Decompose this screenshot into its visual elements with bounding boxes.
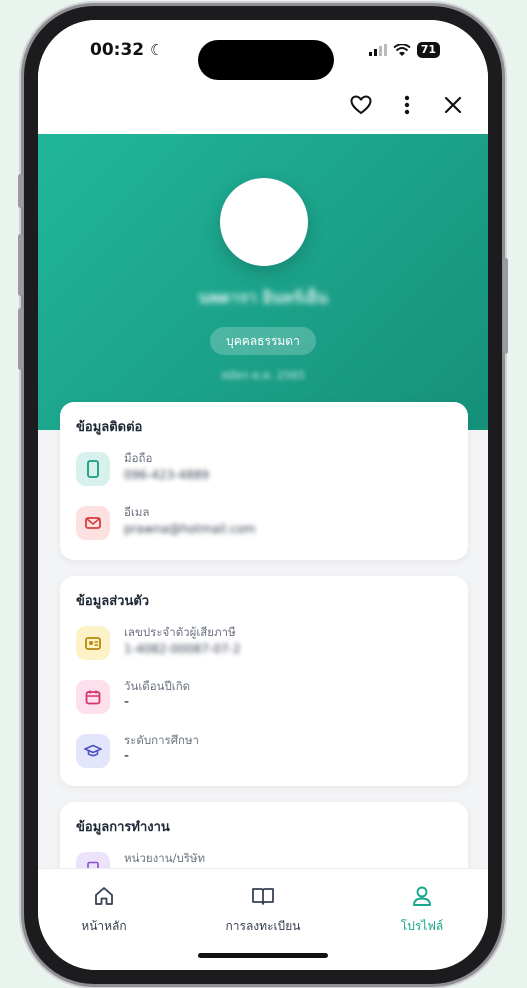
- close-icon[interactable]: [440, 92, 466, 118]
- moon-icon: ☾: [150, 41, 164, 59]
- nav-profile-label: โปรไฟล์: [400, 919, 444, 933]
- nav-profile[interactable]: โปรไฟล์: [362, 885, 482, 936]
- mute-switch: [18, 174, 23, 208]
- avatar: [220, 178, 308, 266]
- signal-icon: [368, 44, 387, 56]
- education-row[interactable]: ระดับการศึกษา -: [76, 732, 446, 776]
- home-icon: [95, 887, 113, 905]
- personal-title: ข้อมูลส่วนตัว: [76, 594, 150, 609]
- screen: 00:32 ☾ 71 นพดารา อินทร์เย็น บุคคลธรรมดา…: [38, 20, 488, 970]
- home-indicator: [198, 953, 328, 958]
- birthday-label: วันเดือนปีเกิด: [124, 679, 191, 693]
- nav-registration[interactable]: การลงทะเบียน: [203, 885, 323, 936]
- contact-card: ข้อมูลติดต่อ มือถือ 096-423-4889 อีเมล p…: [60, 402, 468, 560]
- id-card-icon: [76, 626, 110, 660]
- account-type-badge: บุคคลธรรมดา: [210, 327, 316, 355]
- dynamic-island: [198, 40, 334, 80]
- phone-icon: [76, 452, 110, 486]
- profile-name: นพดารา อินทร์เย็น: [198, 288, 328, 307]
- phone-row[interactable]: มือถือ 096-423-4889: [76, 450, 446, 494]
- email-row[interactable]: อีเมล prawna@hotmail.com: [76, 504, 446, 548]
- more-vertical-icon[interactable]: [394, 92, 420, 118]
- mail-icon: [76, 506, 110, 540]
- phone-value: 096-423-4889: [124, 468, 210, 482]
- graduation-cap-icon: [76, 734, 110, 768]
- phone-label: มือถือ: [124, 451, 153, 465]
- user-icon: [413, 886, 431, 906]
- profile-subtitle: สมัคร ต.ค. 2565: [221, 369, 305, 382]
- nav-registration-label: การลงทะเบียน: [225, 919, 301, 933]
- email-value: prawna@hotmail.com: [124, 522, 256, 536]
- birthday-row[interactable]: วันเดือนปีเกิด -: [76, 678, 446, 722]
- wifi-icon: [393, 43, 411, 56]
- status-time: 00:32 ☾: [90, 40, 164, 60]
- education-value: -: [124, 748, 130, 764]
- top-actions: [348, 92, 466, 118]
- heart-icon[interactable]: [348, 92, 374, 118]
- status-bar: 00:32 ☾ 71: [38, 20, 488, 80]
- calendar-icon: [76, 680, 110, 714]
- volume-down-button: [18, 308, 23, 370]
- tax-id-label: เลขประจำตัวผู้เสียภาษี: [124, 625, 236, 639]
- volume-up-button: [18, 234, 23, 296]
- tax-id-row[interactable]: เลขประจำตัวผู้เสียภาษี 1-4082-00087-07-2: [76, 624, 446, 668]
- book-icon: [252, 888, 274, 905]
- tax-id-value: 1-4082-00087-07-2: [124, 642, 241, 656]
- nav-home-label: หน้าหลัก: [81, 919, 127, 933]
- birthday-value: -: [124, 694, 130, 710]
- bottom-navigation: หน้าหลัก การลงทะเบียน โปรไฟล์: [38, 868, 488, 970]
- phone-frame: 00:32 ☾ 71 นพดารา อินทร์เย็น บุคคลธรรมดา…: [18, 6, 508, 984]
- power-button: [503, 258, 508, 354]
- profile-header: นพดารา อินทร์เย็น บุคคลธรรมดา สมัคร ต.ค.…: [38, 134, 488, 430]
- personal-card: ข้อมูลส่วนตัว เลขประจำตัวผู้เสียภาษี 1-4…: [60, 576, 468, 786]
- company-label: หน่วยงาน/บริษัท: [124, 851, 206, 865]
- nav-home[interactable]: หน้าหลัก: [44, 885, 164, 936]
- education-label: ระดับการศึกษา: [124, 733, 200, 747]
- time-text: 00:32: [90, 40, 145, 60]
- top-bar: [38, 80, 488, 134]
- work-title: ข้อมูลการทำงาน: [76, 820, 170, 835]
- email-label: อีเมล: [124, 505, 150, 519]
- status-icons: 71: [368, 42, 440, 58]
- contact-title: ข้อมูลติดต่อ: [76, 420, 143, 435]
- battery-icon: 71: [416, 42, 440, 58]
